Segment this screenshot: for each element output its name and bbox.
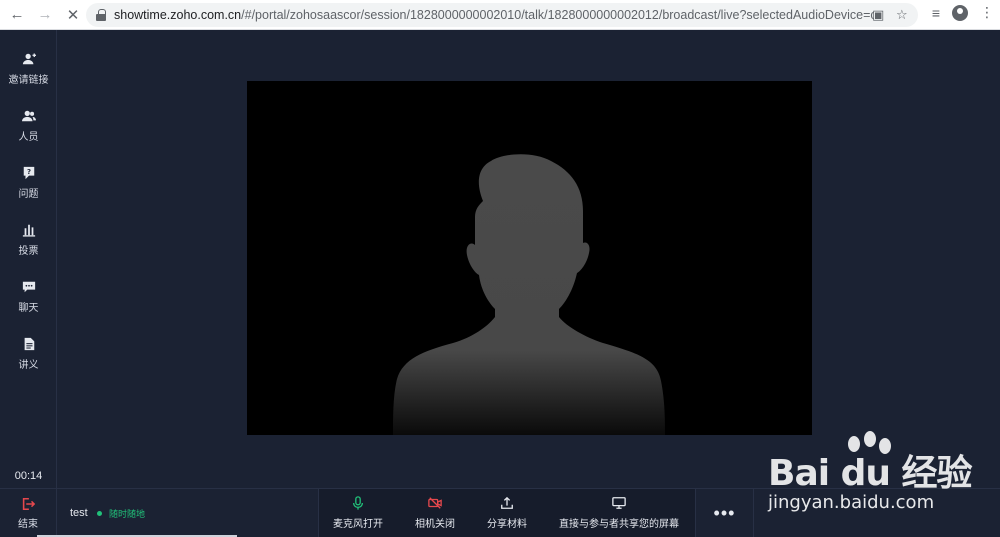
address-bar[interactable]: showtime.zoho.com.cn/#/portal/zohosaasco… bbox=[86, 3, 918, 27]
question-icon: ? bbox=[23, 166, 34, 180]
camera-label: 相机关闭 bbox=[415, 519, 455, 530]
sidebar-item-handouts[interactable]: 讲义 bbox=[0, 337, 57, 383]
url-path: /#/portal/zohosaascor/session/1828000000… bbox=[241, 8, 874, 22]
url-text: showtime.zoho.com.cn/#/portal/zohosaasco… bbox=[114, 8, 874, 22]
poll-icon bbox=[22, 224, 35, 237]
sidebar-item-label: 人员 bbox=[18, 132, 39, 143]
microphone-toggle-button[interactable]: 麦克风打开 bbox=[333, 489, 383, 537]
people-icon bbox=[21, 110, 36, 122]
session-timer: 00:14 bbox=[14, 470, 43, 482]
sidebar-item-label: 问题 bbox=[18, 189, 39, 200]
presenter-name: test bbox=[70, 507, 88, 519]
presenter-placeholder-silhouette bbox=[393, 154, 665, 435]
user-add-icon bbox=[22, 53, 36, 65]
browser-toolbar: ← → ✕ showtime.zoho.com.cn/#/portal/zoho… bbox=[0, 0, 1000, 30]
media-controls: 麦克风打开 相机关闭 分享材料 直接与参与者共享您的屏幕 bbox=[318, 489, 696, 537]
more-options-button[interactable]: ••• bbox=[696, 489, 754, 537]
watermark-url: jingyan.baidu.com bbox=[768, 492, 935, 513]
share-material-label: 分享材料 bbox=[487, 519, 527, 530]
microphone-label: 麦克风打开 bbox=[333, 519, 383, 530]
watermark-brand: Bai du 经验 bbox=[768, 453, 973, 494]
presenter-status: 随时随地 bbox=[109, 509, 146, 519]
sidebar-item-questions[interactable]: ? 问题 bbox=[0, 166, 57, 212]
browser-menu-icon[interactable]: ⋮ bbox=[980, 4, 994, 21]
camera-off-icon bbox=[428, 497, 442, 509]
share-upload-icon bbox=[501, 496, 513, 509]
sidebar-item-people[interactable]: 人员 bbox=[0, 109, 57, 155]
svg-text:?: ? bbox=[26, 168, 30, 176]
chat-icon bbox=[22, 281, 35, 293]
url-domain: showtime.zoho.com.cn bbox=[114, 8, 242, 22]
sidebar-item-invite-link[interactable]: 邀请链接 bbox=[0, 52, 57, 98]
sidebar-item-chat[interactable]: 聊天 bbox=[0, 280, 57, 326]
sidebar-item-label: 邀请链接 bbox=[8, 75, 49, 86]
bookmark-star-icon[interactable]: ☆ bbox=[896, 7, 908, 23]
sidebar: 邀请链接 人员 ? 问题 投票 聊天 讲义 00:14 bbox=[0, 30, 57, 536]
exit-icon bbox=[22, 497, 35, 510]
online-status-dot bbox=[97, 511, 102, 516]
share-material-button[interactable]: 分享材料 bbox=[487, 489, 527, 537]
share-screen-button[interactable]: 直接与参与者共享您的屏幕 bbox=[559, 489, 679, 537]
microphone-icon bbox=[352, 496, 364, 510]
media-control-icon[interactable]: ≡ bbox=[932, 5, 940, 21]
back-icon[interactable]: ← bbox=[6, 4, 28, 26]
baidu-jingyan-watermark: Bai du 经验 jingyan.baidu.com bbox=[760, 430, 995, 520]
stop-loading-icon[interactable]: ✕ bbox=[62, 4, 84, 26]
sidebar-item-poll[interactable]: 投票 bbox=[0, 223, 57, 269]
sidebar-item-label: 讲义 bbox=[18, 360, 39, 371]
profile-avatar-icon[interactable] bbox=[952, 4, 968, 21]
camera-permission-icon[interactable]: ▣ bbox=[872, 7, 884, 23]
screen-share-icon bbox=[612, 497, 626, 509]
main-stage bbox=[57, 30, 1000, 488]
share-screen-label: 直接与参与者共享您的屏幕 bbox=[559, 519, 679, 530]
sidebar-item-label: 聊天 bbox=[18, 303, 39, 314]
forward-icon[interactable]: → bbox=[34, 4, 56, 26]
handout-icon bbox=[24, 337, 34, 351]
lock-icon bbox=[96, 9, 106, 21]
leave-session-button[interactable]: 结束 bbox=[0, 489, 57, 537]
camera-toggle-button[interactable]: 相机关闭 bbox=[415, 489, 455, 537]
sidebar-item-label: 投票 bbox=[18, 246, 39, 257]
leave-label: 结束 bbox=[18, 518, 38, 530]
video-feed bbox=[247, 81, 812, 435]
